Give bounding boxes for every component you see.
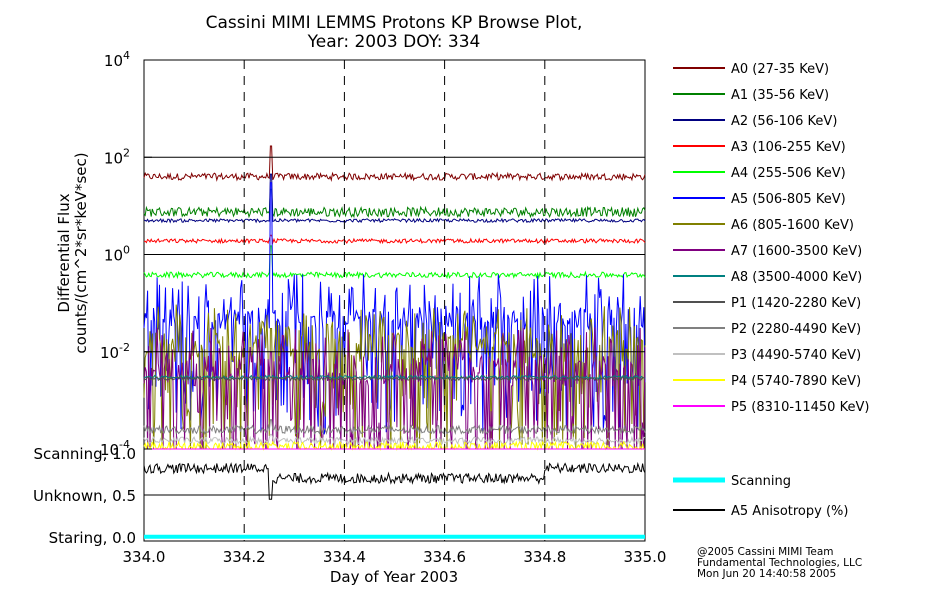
- y-tick-label-0: 104: [104, 49, 130, 70]
- footer-timestamp: Mon Jun 20 14:40:58 2005: [697, 568, 836, 580]
- y-axis-label-units: counts/(cm^2*sr*keV*sec): [72, 152, 90, 353]
- chart-title: Cassini MIMI LEMMS Protons KP Browse Plo…: [206, 13, 583, 33]
- legend-entry-12: P4 (5740-7890 KeV): [731, 374, 861, 389]
- x-tick-label-2: 334.4: [323, 548, 366, 566]
- legend-entry-3: A3 (106-255 KeV): [731, 140, 846, 155]
- y-tick-label-3: 10-2: [100, 341, 130, 362]
- x-axis-label: Day of Year 2003: [330, 568, 458, 586]
- x-tick-label-4: 334.8: [523, 548, 566, 566]
- legend-entry-2: A2 (56-106 KeV): [731, 114, 837, 129]
- series-line-12: [143, 440, 645, 451]
- anisotropy-series-line-1: [143, 461, 646, 500]
- series-line-1: [143, 188, 646, 219]
- legend: A0 (27-35 KeV) A1 (35-56 KeV) A2 (56-106 K…: [673, 62, 869, 519]
- x-tick-label-5: 335.0: [624, 548, 667, 566]
- lower-y-tick-label-1: Unknown, 0.5: [33, 487, 136, 505]
- lemms-browse-plot: Cassini MIMI LEMMS Protons KP Browse Plo…: [33, 13, 869, 586]
- flux-series-group: [143, 145, 646, 451]
- y-tick-label-2: 100: [104, 244, 130, 265]
- legend-entry-7: A7 (1600-3500 KeV): [731, 244, 862, 259]
- legend-entry-13: P5 (8310-11450 KeV): [731, 400, 869, 415]
- anisotropy-series-group: [143, 461, 646, 539]
- series-line-11: [143, 433, 646, 446]
- series-line-0: [143, 145, 646, 182]
- y-tick-label-1: 102: [104, 146, 130, 167]
- legend-entry-0: A0 (27-35 KeV): [731, 62, 829, 77]
- x-tick-label-0: 334.0: [123, 548, 166, 566]
- lower-y-tick-label-0: Scanning, 1.0: [33, 445, 136, 463]
- series-line-10: [143, 419, 646, 436]
- y-axis-label: Differential Flux: [55, 193, 73, 312]
- lower-legend-entry-1: A5 Anisotropy (%): [731, 504, 848, 519]
- lower-legend-entry-0: Scanning: [731, 474, 791, 489]
- series-line-3: [143, 234, 646, 245]
- chart-subtitle: Year: 2003 DOY: 334: [307, 32, 481, 52]
- legend-entry-10: P2 (2280-4490 KeV): [731, 322, 861, 337]
- legend-entry-11: P3 (4490-5740 KeV): [731, 348, 861, 363]
- lower-y-tick-label-2: Staring, 0.0: [49, 529, 136, 547]
- legend-entry-6: A6 (805-1600 KeV): [731, 218, 854, 233]
- legend-entry-8: A8 (3500-4000 KeV): [731, 270, 862, 285]
- legend-entry-9: P1 (1420-2280 KeV): [731, 296, 861, 311]
- series-line-4: [143, 245, 646, 280]
- x-tick-label-1: 334.2: [223, 548, 266, 566]
- legend-entry-4: A4 (255-506 KeV): [731, 166, 846, 181]
- legend-entry-5: A5 (506-805 KeV): [731, 192, 846, 207]
- legend-entry-1: A1 (35-56 KeV): [731, 88, 829, 103]
- x-tick-label-3: 334.6: [423, 548, 466, 566]
